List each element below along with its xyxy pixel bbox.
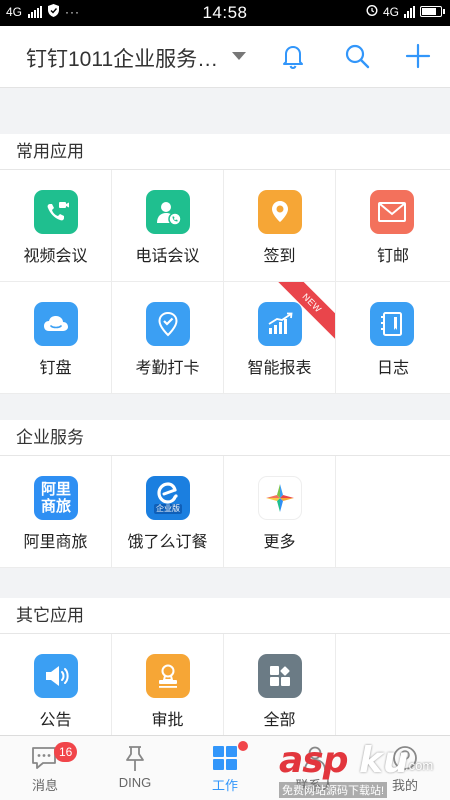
app-smart-report[interactable]: NEW 智能报表 xyxy=(224,282,336,394)
check-pin-icon xyxy=(146,302,190,346)
megaphone-icon xyxy=(34,654,78,698)
watermark-text-ku: ku xyxy=(359,740,409,781)
app-label: 公告 xyxy=(39,712,72,729)
search-icon[interactable] xyxy=(342,41,372,71)
plus-icon[interactable] xyxy=(403,41,433,71)
app-label: 全部 xyxy=(263,712,296,729)
pin-icon xyxy=(120,744,150,772)
location-pin-icon xyxy=(258,190,302,234)
app-label: 考勤打卡 xyxy=(135,360,200,377)
app-label: 智能报表 xyxy=(247,360,312,377)
app-eleme[interactable]: 企业版 饿了么订餐 xyxy=(112,456,224,568)
eleme-icon: 企业版 xyxy=(146,476,190,520)
unread-badge: 16 xyxy=(54,742,78,762)
app-label: 钉盘 xyxy=(39,360,72,377)
app-label: 签到 xyxy=(263,248,296,265)
app-more[interactable]: 更多 xyxy=(224,456,336,568)
app-alitrip[interactable]: 阿里 商旅 阿里商旅 xyxy=(0,456,112,568)
app-approval[interactable]: 审批 xyxy=(112,634,224,746)
section-title-other: 其它应用 xyxy=(0,598,450,634)
app-phone-meeting[interactable]: 电话会议 xyxy=(112,170,224,282)
tab-ding[interactable]: DING xyxy=(90,736,180,800)
watermark-text-asp: asp xyxy=(279,740,348,781)
status-right: 4G xyxy=(366,4,445,19)
grid-all-icon xyxy=(258,654,302,698)
other-apps-grid: 公告 审批 全部 xyxy=(0,634,450,746)
app-dingmail[interactable]: 钉邮 xyxy=(336,170,450,282)
app-label: 视频会议 xyxy=(23,248,88,265)
signal-icon-right xyxy=(404,5,415,18)
watermark-logo: asp ku .com 免费网站源码下载站! xyxy=(275,738,450,800)
stamp-icon xyxy=(146,654,190,698)
app-daily-log[interactable]: 日志 xyxy=(336,282,450,394)
alitrip-icon: 阿里 商旅 xyxy=(34,476,78,520)
chevron-down-icon[interactable] xyxy=(232,52,246,60)
notification-dot xyxy=(238,741,248,751)
watermark-text-com: .com xyxy=(405,758,434,773)
app-all[interactable]: 全部 xyxy=(224,634,336,746)
empty-cell xyxy=(336,456,450,568)
status-bar: 4G ··· 14:58 4G xyxy=(0,0,450,26)
app-announcement[interactable]: 公告 xyxy=(0,634,112,746)
phone-person-icon xyxy=(146,190,190,234)
app-video-meeting[interactable]: 视频会议 xyxy=(0,170,112,282)
alarm-icon xyxy=(366,4,378,19)
enterprise-apps-grid: 阿里 商旅 阿里商旅 企业版 饿了么订餐 更多 xyxy=(0,456,450,568)
bell-icon[interactable] xyxy=(278,41,308,71)
watermark-subtitle: 免费网站源码下载站! xyxy=(279,782,388,798)
app-label: 更多 xyxy=(263,534,296,551)
app-dingpan[interactable]: 钉盘 xyxy=(0,282,112,394)
eleme-icon-text: 企业版 xyxy=(154,504,182,514)
app-checkin[interactable]: 签到 xyxy=(224,170,336,282)
app-label: 日志 xyxy=(376,360,409,377)
tab-label: 工作 xyxy=(211,778,238,793)
tab-label: 消息 xyxy=(31,778,58,793)
network-type-right: 4G xyxy=(382,4,399,19)
empty-cell xyxy=(336,634,450,746)
app-label: 钉邮 xyxy=(376,248,409,265)
app-attendance[interactable]: 考勤打卡 xyxy=(112,282,224,394)
notebook-icon xyxy=(370,302,414,346)
app-label: 饿了么订餐 xyxy=(127,534,208,551)
app-label: 电话会议 xyxy=(135,248,200,265)
mail-icon xyxy=(370,190,414,234)
app-header: 钉钉1011企业服务… xyxy=(0,26,450,88)
video-camera-icon xyxy=(34,190,78,234)
cloud-icon xyxy=(34,302,78,346)
section-title-common: 常用应用 xyxy=(0,134,450,170)
app-label: 阿里商旅 xyxy=(23,534,88,551)
alitrip-icon-text-1: 阿里 xyxy=(40,481,71,498)
common-apps-grid: 视频会议 电话会议 签到 钉邮 钉盘 考勤打卡 NEW 智能报表 日志 xyxy=(0,170,450,394)
work-grid-icon xyxy=(210,744,240,772)
section-title-enterprise: 企业服务 xyxy=(0,420,450,456)
org-title[interactable]: 钉钉1011企业服务… xyxy=(26,43,218,73)
tab-label: DING xyxy=(118,775,152,790)
chart-icon xyxy=(258,302,302,346)
battery-icon xyxy=(420,6,445,17)
tab-messages[interactable]: 16 消息 xyxy=(0,736,90,800)
alitrip-icon-text-2: 商旅 xyxy=(40,498,71,515)
tab-work[interactable]: 工作 xyxy=(180,736,270,800)
more-star-icon xyxy=(258,476,302,520)
app-label: 审批 xyxy=(151,712,184,729)
